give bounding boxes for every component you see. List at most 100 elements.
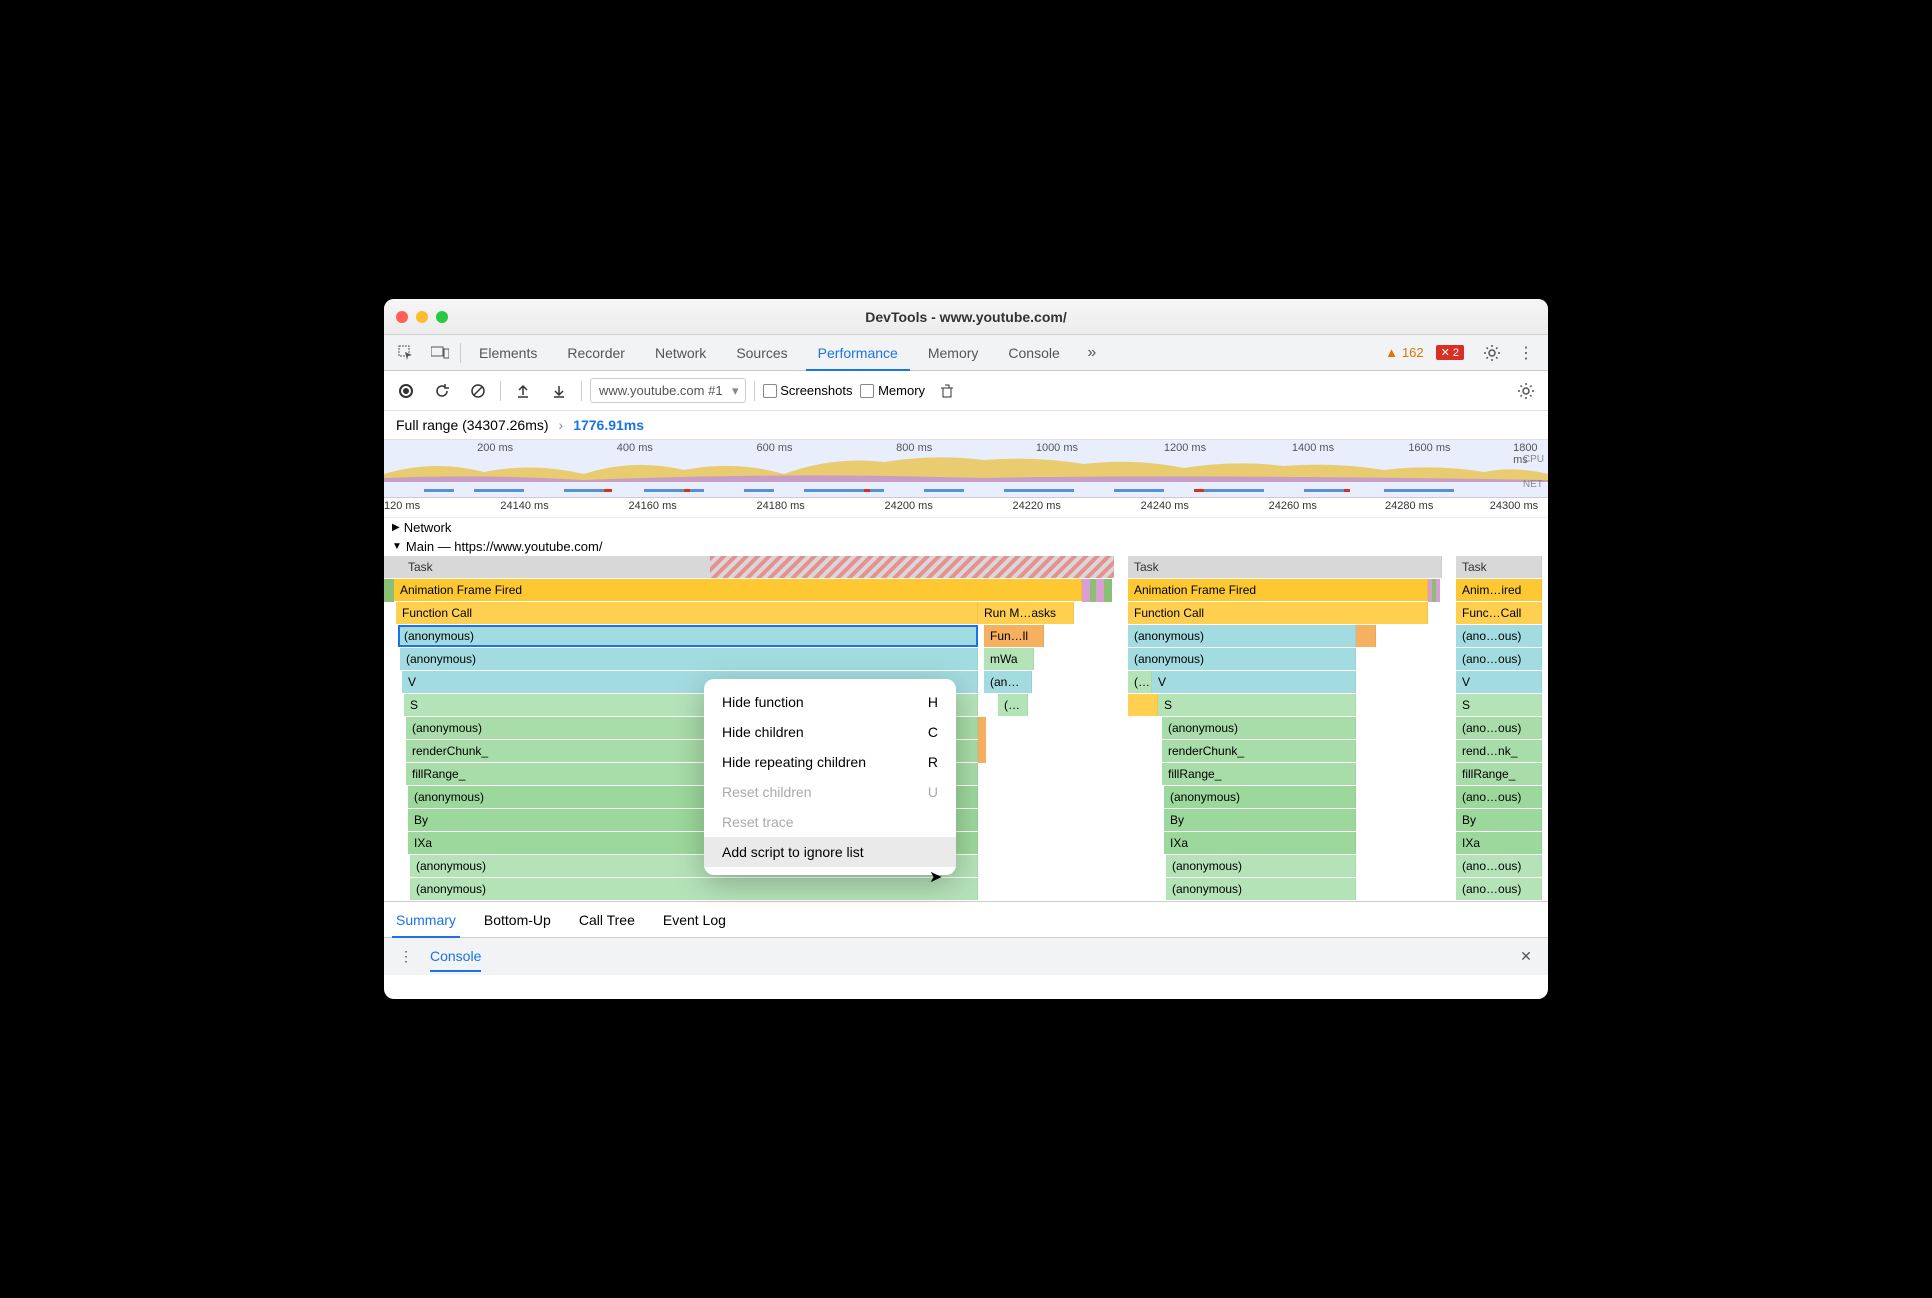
flame-v[interactable]: V [1152,671,1356,693]
flame-by[interactable]: By [1164,809,1356,831]
flame-bar[interactable] [1128,694,1158,716]
clear-icon[interactable] [464,377,492,405]
drawer-kebab-icon[interactable]: ⋮ [392,943,420,971]
download-icon[interactable] [545,377,573,405]
expand-icon: ▶ [392,522,400,533]
inspect-icon[interactable] [392,339,420,367]
flame-anon-selected[interactable]: (anonymous) [398,625,978,647]
main-tabs-bar: Elements Recorder Network Sources Perfor… [384,335,1548,371]
flame-ixa[interactable]: IXa [1456,832,1542,854]
ctx-hide-repeating[interactable]: Hide repeating childrenR [704,747,956,777]
flame-anon[interactable]: (anonymous) [1128,625,1356,647]
context-menu: Hide functionH Hide childrenC Hide repea… [704,679,956,875]
warnings-badge[interactable]: ▲ 162 [1385,345,1424,360]
garbage-collect-icon[interactable] [933,377,961,405]
tab-memory[interactable]: Memory [916,335,991,371]
flame-aff[interactable]: Animation Frame Fired [1128,579,1428,601]
flame-aff[interactable]: Anim…ired [1456,579,1542,601]
kebab-icon[interactable]: ⋮ [1512,339,1540,367]
flame-s[interactable]: S [1456,694,1542,716]
flame-anon[interactable]: (anonymous) [410,878,978,900]
flame-ixa[interactable]: IXa [1164,832,1356,854]
ctx-hide-children[interactable]: Hide childrenC [704,717,956,747]
flame-task[interactable]: Task [1128,556,1442,578]
divider [500,381,501,401]
collapse-icon: ▼ [392,541,402,552]
tab-sources[interactable]: Sources [724,335,799,371]
upload-icon[interactable] [509,377,537,405]
details-tabs: Summary Bottom-Up Call Tree Event Log [384,901,1548,937]
flame-anon[interactable]: (ano…ous) [1456,717,1542,739]
device-icon[interactable] [426,339,454,367]
flame-fc[interactable]: Function Call [396,602,978,624]
flame-anon[interactable]: (ano…ous) [1456,878,1542,900]
ctx-add-ignore-list[interactable]: Add script to ignore list [704,837,956,867]
flame-v[interactable]: V [1456,671,1542,693]
flame-fc[interactable]: Function Call [1128,602,1428,624]
flame-anon[interactable]: (anonymous) [1166,855,1356,877]
errors-badge[interactable]: ✕2 [1430,345,1464,360]
tab-recorder[interactable]: Recorder [555,335,637,371]
close-window-button[interactable] [396,311,408,323]
performance-toolbar: www.youtube.com #1 Screenshots Memory [384,371,1548,411]
flame-ans[interactable]: (an…s) [984,671,1032,693]
flame-by[interactable]: By [1456,809,1542,831]
overview-ruler: 200 ms 400 ms 600 ms 800 ms 1000 ms 1200… [384,440,1548,454]
flame-anon[interactable]: (anonymous) [1128,648,1356,670]
tab-performance[interactable]: Performance [806,335,910,371]
flame-paren[interactable]: (… [1128,671,1152,693]
flame-funll[interactable]: Fun…ll [984,625,1044,647]
timeline-overview[interactable]: 200 ms 400 ms 600 ms 800 ms 1000 ms 1200… [384,440,1548,498]
profile-select[interactable]: www.youtube.com #1 [590,378,746,403]
record-icon[interactable] [392,377,420,405]
btab-summary[interactable]: Summary [392,902,460,938]
reload-icon[interactable] [428,377,456,405]
flame-chart[interactable]: Task Task Task Animation Frame Fired Ani… [384,556,1548,901]
close-drawer-icon[interactable]: ✕ [1512,943,1540,971]
flame-aff[interactable]: Animation Frame Fired [394,579,1082,601]
btab-eventlog[interactable]: Event Log [659,902,730,938]
flame-renderchunk[interactable]: rend…nk_ [1456,740,1542,762]
detail-ruler[interactable]: 120 ms 24140 ms 24160 ms 24180 ms 24200 … [384,498,1548,518]
tab-console[interactable]: Console [996,335,1071,371]
more-tabs-icon[interactable]: » [1078,339,1106,367]
breadcrumb-current[interactable]: 1776.91ms [573,417,644,433]
traffic-lights [384,311,448,323]
flame-anon[interactable]: (ano…ous) [1456,855,1542,877]
flame-renderchunk[interactable]: renderChunk_ [1162,740,1356,762]
flame-anon[interactable]: (anonymous) [400,648,978,670]
flame-task[interactable]: Task [384,556,1114,578]
flame-fc[interactable]: Func…Call [1456,602,1542,624]
flame-anon[interactable]: (ano…ous) [1456,625,1542,647]
console-drawer-label[interactable]: Console [430,948,481,972]
ctx-reset-children: Reset childrenU [704,777,956,807]
tab-network[interactable]: Network [643,335,718,371]
flame-mwa[interactable]: mWa [984,648,1034,670]
memory-checkbox[interactable]: Memory [860,383,925,399]
flame-paren[interactable]: (… [998,694,1028,716]
minimize-window-button[interactable] [416,311,428,323]
flame-anon[interactable]: (anonymous) [1166,878,1356,900]
flame-task[interactable]: Task [1456,556,1542,578]
flame-anon[interactable]: (anonymous) [1162,717,1356,739]
flame-fillrange[interactable]: fillRange_ [1456,763,1542,785]
flame-s[interactable]: S [1158,694,1356,716]
btab-bottomup[interactable]: Bottom-Up [480,902,555,938]
flame-fillrange[interactable]: fillRange_ [1162,763,1356,785]
breadcrumb-full[interactable]: Full range (34307.26ms) [396,417,549,433]
ctx-hide-function[interactable]: Hide functionH [704,687,956,717]
divider [754,381,755,401]
flame-anon[interactable]: (anonymous) [1164,786,1356,808]
maximize-window-button[interactable] [436,311,448,323]
settings-icon[interactable] [1478,339,1506,367]
flame-bar[interactable] [1356,625,1376,647]
btab-calltree[interactable]: Call Tree [575,902,639,938]
flame-anon[interactable]: (ano…ous) [1456,648,1542,670]
flame-runm[interactable]: Run M…asks [978,602,1074,624]
flame-anon[interactable]: (ano…ous) [1456,786,1542,808]
screenshots-checkbox[interactable]: Screenshots [763,383,853,399]
main-track-header[interactable]: ▼Main — https://www.youtube.com/ [384,537,1548,556]
tab-elements[interactable]: Elements [467,335,549,371]
network-track-header[interactable]: ▶Network [384,518,1548,537]
capture-settings-icon[interactable] [1512,377,1540,405]
